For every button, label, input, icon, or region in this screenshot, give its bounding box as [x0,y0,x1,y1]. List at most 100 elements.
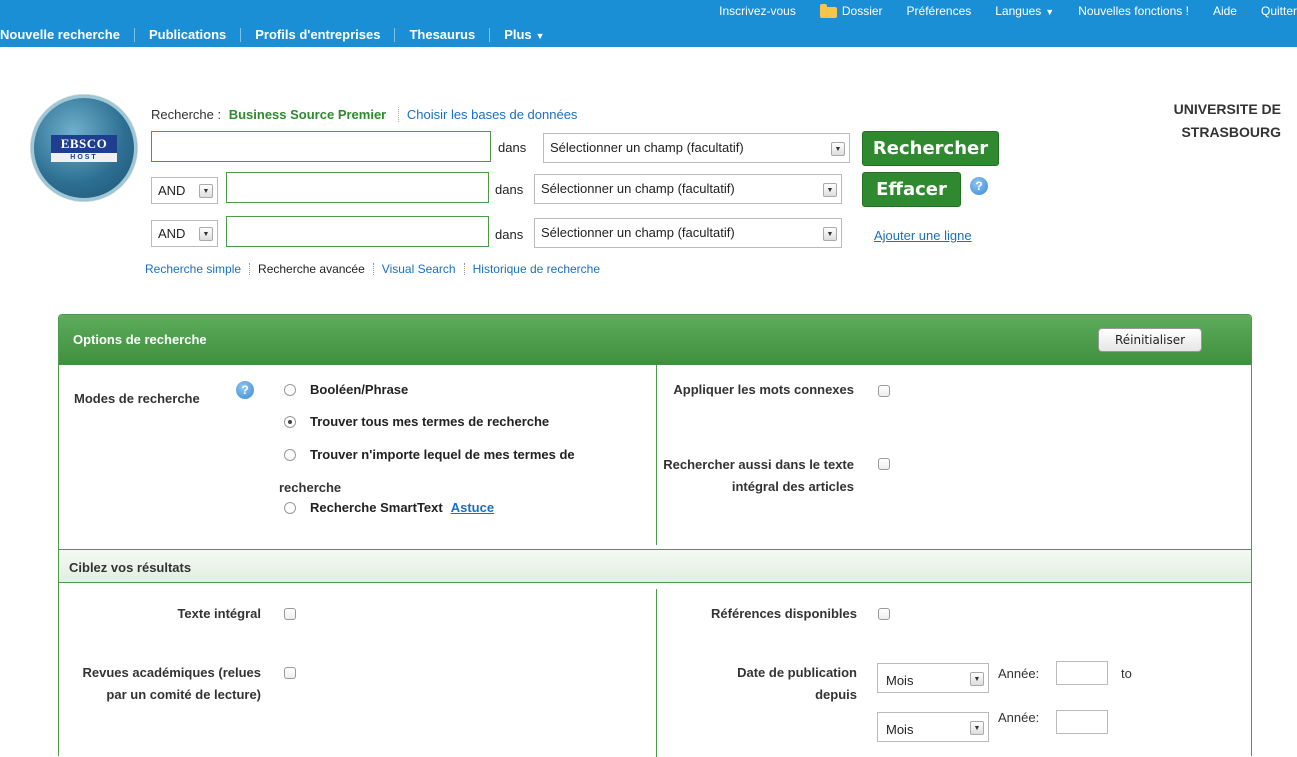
choose-databases-link[interactable]: Choisir les bases de données [407,107,578,122]
chevron-down-icon: ▼ [1045,7,1055,17]
chevron-down-icon: ▼ [823,183,837,197]
folder-icon [819,3,837,18]
search-mode-nav: Recherche simple Recherche avancée Visua… [145,262,600,276]
month-value: Mois [886,673,914,688]
preferences-link[interactable]: Préférences [907,4,972,18]
divider [249,263,251,275]
related-words-label: Appliquer les mots connexes [673,382,854,397]
search-options-title: Options de recherche [73,332,207,347]
chevron-down-icon: ▼ [199,184,213,198]
radio-button[interactable] [284,384,296,396]
academic-journals-label: Revues académiques (relues par un comité… [82,665,261,702]
search-button[interactable]: Rechercher [862,131,999,166]
chevron-down-icon: ▼ [970,672,984,686]
column-divider [656,589,657,757]
mode-label: Trouver tous mes termes de recherche [310,414,550,429]
fulltext-search-checkbox[interactable] [878,458,890,470]
month-value: Mois [886,722,914,737]
field-select-value: Sélectionner un champ (facultatif) [541,181,735,196]
from-year-label: Année: [998,666,1040,681]
search-input-1[interactable] [151,131,491,162]
mode-all-terms[interactable]: Trouver tous mes termes de recherche [284,414,549,429]
tip-link[interactable]: Astuce [451,500,494,515]
from-month-select[interactable]: Mois ▼ [877,663,989,693]
advanced-search-current: Recherche avancée [258,262,365,276]
utility-links: Inscrivez-vous Dossier Préférences Langu… [695,0,1297,22]
new-features-link[interactable]: Nouvelles fonctions ! [1078,4,1189,18]
field-select-3[interactable]: Sélectionner un champ (facultatif) ▼ [534,218,842,248]
add-line-link[interactable]: Ajouter une ligne [874,228,972,243]
institution-line-1: UNIVERSITE DE [1173,101,1281,117]
institution-line-2: STRASBOURG [1181,124,1281,140]
reset-button[interactable]: Réinitialiser [1098,328,1202,352]
languages-menu[interactable]: Langues ▼ [995,4,1054,18]
radio-button[interactable] [284,449,296,461]
nav-company-profiles[interactable]: Profils d'entreprises [241,27,394,42]
nav-more-menu[interactable]: Plus ▼ [490,27,558,42]
publication-date-label: Date de publication depuis [737,665,857,702]
search-input-3[interactable] [226,216,489,247]
register-link[interactable]: Inscrivez-vous [719,4,796,18]
search-options-panel: Options de recherche Réinitialiser Modes… [58,314,1252,757]
divider [463,263,465,275]
to-month-select[interactable]: Mois ▼ [877,712,989,742]
radio-button-selected[interactable] [284,416,296,428]
boolean-operator-select-3[interactable]: AND ▼ [151,220,218,247]
in-label: dans [495,227,524,242]
logo-brand: EBSCO [51,135,117,153]
fulltext-checkbox[interactable] [284,608,296,620]
chevron-down-icon: ▼ [535,31,545,41]
boolean-operator-value: AND [158,183,186,198]
mode-any-terms[interactable]: Trouver n'importe lequel de mes termes d… [284,447,575,462]
simple-search-link[interactable]: Recherche simple [145,262,241,276]
help-icon[interactable]: ? [236,381,254,399]
refine-results-title: Ciblez vos résultats [69,560,192,575]
quit-link[interactable]: Quitter [1261,4,1297,18]
radio-button[interactable] [284,502,296,514]
search-input-2[interactable] [226,172,489,203]
boolean-operator-value: AND [158,226,186,241]
chevron-down-icon: ▼ [823,227,837,241]
divider [397,107,399,122]
search-modes-label: Modes de recherche [74,391,200,406]
visual-search-link[interactable]: Visual Search [382,262,456,276]
field-select-2[interactable]: Sélectionner un champ (facultatif) ▼ [534,174,842,204]
mode-boolean-phrase[interactable]: Booléen/Phrase [284,382,408,397]
institution-name: UNIVERSITE DE STRASBOURG [1081,98,1281,144]
to-label: to [1121,666,1132,681]
chevron-down-icon: ▼ [970,721,984,735]
field-select-value: Sélectionner un champ (facultatif) [550,140,744,155]
clear-button[interactable]: Effacer [862,172,961,207]
to-year-label: Année: [998,710,1040,725]
ebscohost-logo[interactable]: EBSCO HOST [31,95,137,201]
references-available-checkbox[interactable] [878,608,890,620]
search-history-link[interactable]: Historique de recherche [473,262,600,276]
related-words-checkbox[interactable] [878,385,890,397]
chevron-down-icon: ▼ [831,142,845,156]
languages-label: Langues [995,4,1042,18]
nav-new-search[interactable]: Nouvelle recherche [0,27,134,42]
folder-link[interactable]: Dossier [819,3,883,18]
references-available-label: Références disponibles [711,606,857,621]
fulltext-label: Texte intégral [177,606,261,621]
folder-label: Dossier [841,4,883,18]
in-label: dans [495,182,524,197]
help-link[interactable]: Aide [1213,4,1237,18]
mode-smarttext[interactable]: Recherche SmartText Astuce [284,500,494,515]
mode-label: Booléen/Phrase [310,382,409,397]
mode-label-continued: recherche [279,480,342,495]
logo-sub: HOST [51,153,117,162]
boolean-operator-select-2[interactable]: AND ▼ [151,177,218,204]
field-select-1[interactable]: Sélectionner un champ (facultatif) ▼ [543,133,850,163]
from-year-input[interactable] [1056,661,1108,685]
field-select-value: Sélectionner un champ (facultatif) [541,225,735,240]
database-line: Recherche : Business Source Premier Choi… [151,107,577,122]
database-label: Recherche : [151,107,222,122]
academic-journals-checkbox[interactable] [284,667,296,679]
nav-publications[interactable]: Publications [135,27,240,42]
mode-label: Trouver n'importe lequel de mes termes d… [310,447,575,462]
to-year-input[interactable] [1056,710,1108,734]
help-icon[interactable]: ? [970,177,988,195]
search-options-header: Options de recherche Réinitialiser [59,315,1251,365]
nav-thesaurus[interactable]: Thesaurus [395,27,489,42]
